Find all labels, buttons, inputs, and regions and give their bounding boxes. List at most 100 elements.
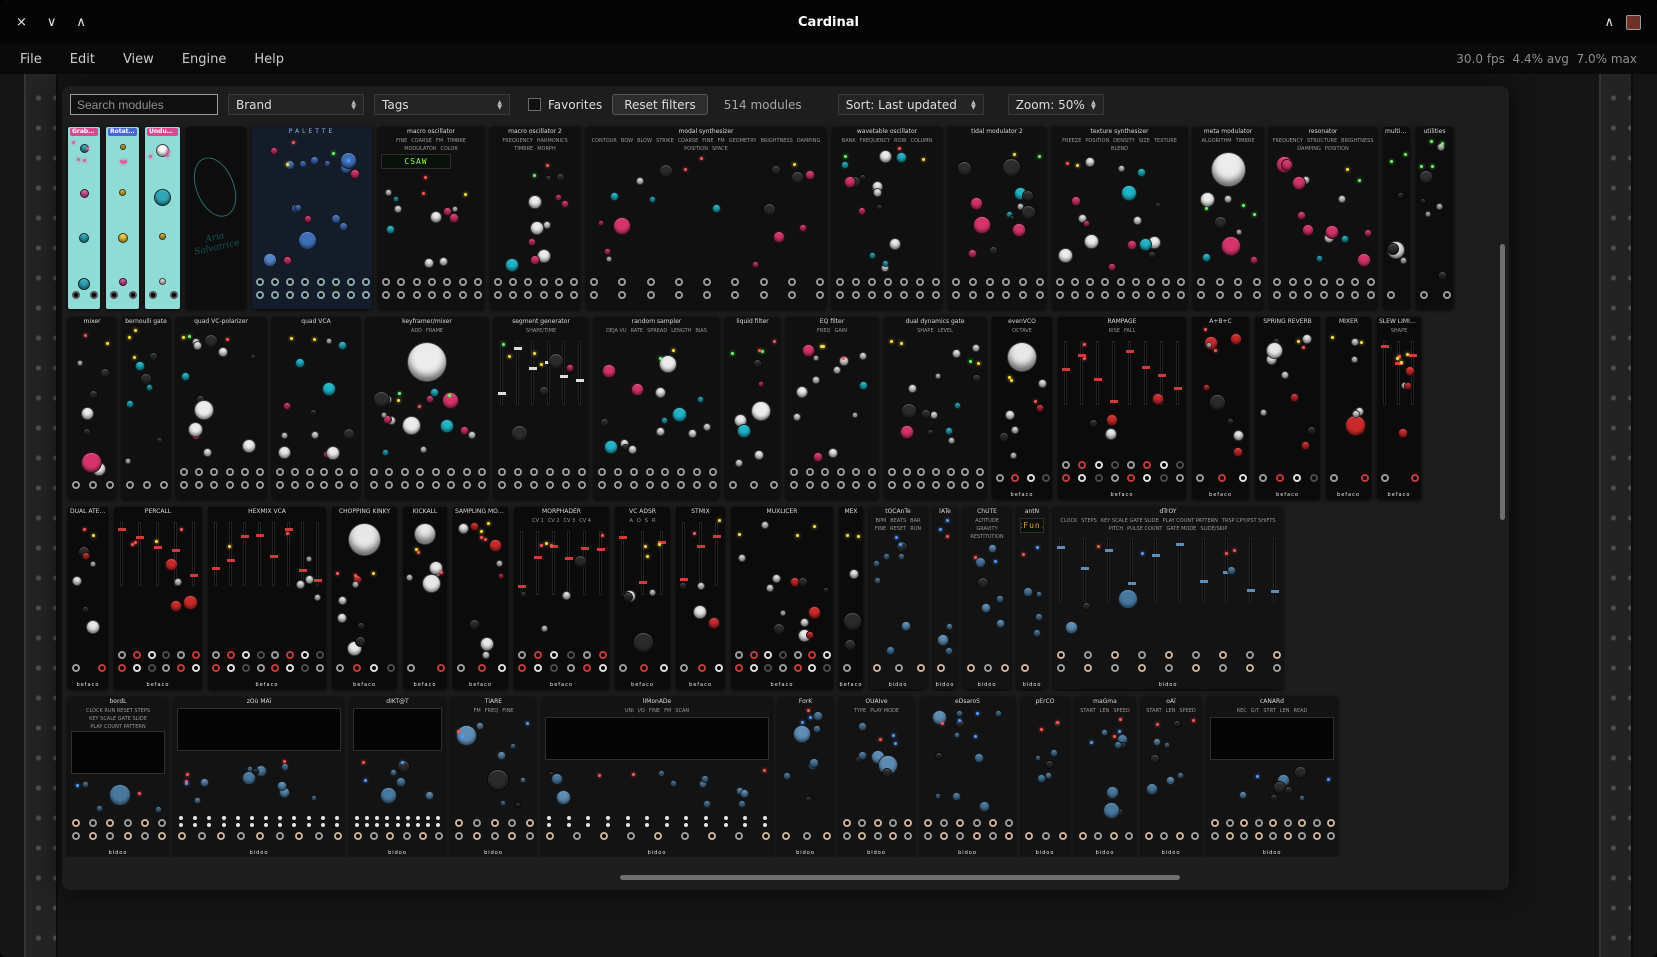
brand-logo: bidoo [1075,849,1135,857]
module-card-magma[interactable]: maGmaSTARTLENSPEEDbidoo [1075,697,1135,857]
module-card-spring-reverb[interactable]: SPRING REVERBbefaco [1255,317,1320,499]
zoom-dropdown[interactable]: Zoom: 50% ▲▼ [1008,94,1104,115]
jack [437,664,445,672]
module-card-muxlicer[interactable]: MUXLICERbefaco [731,507,833,689]
brand-logo: bidoo [350,849,445,857]
led-icon [480,536,483,539]
module-card-limonade[interactable]: lIMonADeUNII/OFINEFMSCANbidoo [542,697,772,857]
close-button[interactable]: × [16,15,27,30]
module-card-texture-synthesizer[interactable]: texture synthesizerFREEZEPOSITIONDENSITY… [1052,127,1187,309]
jack [976,481,984,489]
favorites-toggle[interactable]: Favorites [528,98,602,112]
vertical-scrollbar[interactable] [1500,244,1505,520]
module-card-zo-ma[interactable]: zOù MAïbidoo [174,697,344,857]
module-card-stmix[interactable]: STMIXbefaco [676,507,725,689]
module-card-random-sampler[interactable]: random samplerDEJA VURATESPREADLENGTHBIA… [594,317,719,499]
led-icon [1406,353,1409,356]
module-card-hexmix-vca[interactable]: HEXMIX VCAbefaco [208,507,326,689]
knob [708,617,720,629]
module-card-tidal-modulator-2[interactable]: tidal modulator 2 [948,127,1046,309]
knob [809,758,819,768]
module-card-sampling-modulator[interactable]: SAMPLING MODULATORbefaco [453,507,508,689]
module-card-quad-vc-polarizer[interactable]: quad VC-polarizer [176,317,266,499]
led-icon [77,158,80,161]
module-card-a-b-c[interactable]: A+B+Cbefaco [1192,317,1249,499]
module-card-perco[interactable]: pErCObidoo [1021,697,1069,857]
module-card-blank[interactable]: Aria Salvatrice [186,127,246,309]
module-card-keyframer-mixer[interactable]: keyframer/mixerADDFRAME [366,317,488,499]
module-card-grabby[interactable]: Grabby [68,127,100,309]
jack [370,468,378,476]
knob [1036,591,1042,597]
module-card-edsaros[interactable]: eDsaroSbidoo [920,697,1015,857]
search-input[interactable] [70,94,218,115]
module-card-tocante[interactable]: tOCAnTeBPMBEATSBARFINERESETRUNbidoo [869,507,927,689]
module-card-resonator[interactable]: resonatorFREQUENCYSTRUCTUREBRIGHTNESSDAM… [1269,127,1377,309]
module-card-slew-limiter[interactable]: SLEW LIMITERSHAPEbefaco [1377,317,1421,499]
module-card-palette[interactable]: PALETTE [252,127,372,309]
module-card-antn[interactable]: antNMaxFun.TFbidoo [1017,507,1047,689]
menu-view[interactable]: View [123,52,154,67]
module-title: UnduLaR [147,128,178,136]
jack [226,481,234,489]
module-card-rotatoes[interactable]: Rotatoes [106,127,139,309]
minimize-button[interactable]: ∨ [47,15,57,30]
module-card-rampage[interactable]: RAMPAGERISEFALLbefaco [1058,317,1186,499]
module-card-ouaive[interactable]: OUAIveTYPEPLAY MODEbidoo [839,697,914,857]
horizontal-scrollbar[interactable] [620,875,1180,880]
module-card-dual-dynamics-gate[interactable]: dual dynamics gateSHAPELEVEL [884,317,986,499]
module-card-late[interactable]: lATebidoo [933,507,957,689]
module-card-undular[interactable]: UnduLaR [145,127,180,309]
module-card-tiare[interactable]: TiAREFMFREQFINEbidoo [451,697,536,857]
module-card-evenvco[interactable]: evenVCOOCTAVEbefaco [992,317,1052,499]
module-card-mex[interactable]: MEXbefaco [839,507,863,689]
module-card-macro-oscillator-2[interactable]: macro oscillator 2FREQUENCYHARMONICSTIMB… [490,127,580,309]
module-card-eq-filter[interactable]: EQ filterFREQGAIN [786,317,878,499]
jack [509,291,517,299]
favorites-checkbox[interactable] [528,98,541,111]
led-icon [1090,741,1093,744]
module-card-utilities[interactable]: utilities [1416,127,1453,309]
module-card-macro-oscillator[interactable]: macro oscillatorFINECOARSEFMTIMBREMODULA… [378,127,484,309]
led-icon [1242,204,1245,207]
menu-file[interactable]: File [20,52,42,67]
brand-dropdown[interactable]: Brand ▲▼ [228,94,364,115]
module-card-oa[interactable]: oAïSTARTLENSPEEDbidoo [1141,697,1201,857]
module-card-dikt-t[interactable]: dIKT@Tbidoo [350,697,445,857]
module-card-bernoulli-gate[interactable]: bernoulli gate [122,317,170,499]
module-card-percall[interactable]: PERCALLbefaco [114,507,202,689]
module-card-quad-vca[interactable]: quad VCA [272,317,360,499]
module-title: bordL [68,698,168,706]
module-card-mixer[interactable]: MIXERbefaco [1326,317,1371,499]
module-card-dual-atenuverter[interactable]: DUAL ATENUVERTERbefaco [68,507,108,689]
module-card-liquid-filter[interactable]: liquid filter [725,317,780,499]
module-card-canard[interactable]: cANARdRECG/TSTRTLENREADbidoo [1207,697,1337,857]
keep-above-icon[interactable]: ∧ [1604,15,1614,30]
maximize-button[interactable]: ∧ [76,15,86,30]
module-card-meta-modulator[interactable]: meta modulatorALGORITHMTIMBRE [1193,127,1263,309]
module-card-kickall[interactable]: KICKALLbefaco [403,507,447,689]
reset-filters-button[interactable]: Reset filters [612,94,708,115]
knob [468,431,476,439]
menu-help[interactable]: Help [254,52,284,67]
module-card-vc-adsr[interactable]: VC ADSRADSRbefaco [615,507,670,689]
module-card-bordl[interactable]: bordLCLOCK RUN RESET STEPSKEY SCALE GATE… [68,697,168,857]
module-card-segment-generator[interactable]: segment generatorSHAPE/TIME [494,317,588,499]
jack [158,832,166,840]
brand-logo: bidoo [778,849,833,857]
sort-dropdown[interactable]: Sort: Last updated ▲▼ [838,94,984,115]
module-card-morphader[interactable]: MORPHADERCV 1CV 2CV 3CV 4befaco [514,507,609,689]
module-card-mixer[interactable]: mixer [68,317,116,499]
jack [1246,651,1254,659]
module-card-multiples[interactable]: multiples [1383,127,1410,309]
module-card-chute[interactable]: ChUTEALTITUDEGRAVITYRESTITUTIONbidoo [963,507,1011,689]
menu-engine[interactable]: Engine [182,52,227,67]
menu-edit[interactable]: Edit [70,52,95,67]
jack [1127,474,1135,482]
module-card-wavetable-oscillator[interactable]: wavetable oscillatorBANKFREQUENCYROWCOLU… [832,127,942,309]
module-card-dtroy[interactable]: dTrOYCLOCKSTEPSKEY SCALE GATE SLIDEPLAY … [1053,507,1283,689]
module-card-fork[interactable]: ForKbidoo [778,697,833,857]
tags-dropdown[interactable]: Tags ▲▼ [374,94,510,115]
module-card-chopping-kinky[interactable]: CHOPPING KINKYbefaco [332,507,397,689]
module-card-modal-synthesizer[interactable]: modal synthesizerCONTOURBOWBLOWSTRIKECOA… [586,127,826,309]
